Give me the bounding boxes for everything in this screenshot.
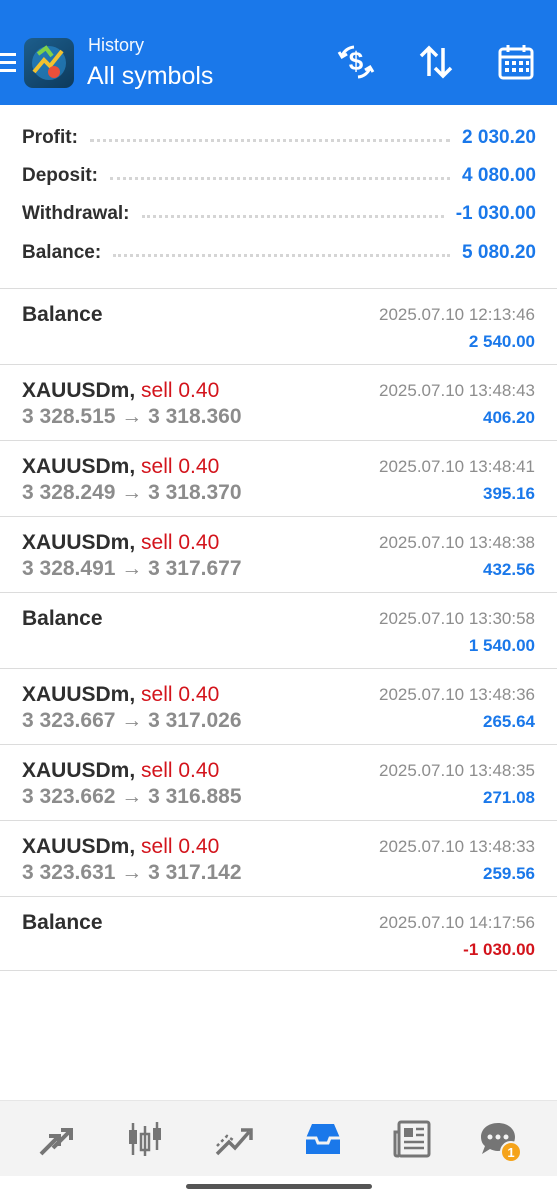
entry-prices: 3 323.662 → 3 316.885 [22,785,242,808]
entry-symbol: XAUUSDm, [22,379,136,402]
entry-title: Balance [22,607,103,630]
entry-symbol: XAUUSDm, [22,759,136,782]
svg-text:$: $ [349,46,364,76]
entry-symbol: XAUUSDm, [22,455,136,478]
deposit-value: 4 080.00 [462,165,536,186]
entry-amount: -1 030.00 [463,940,535,959]
entry-title: XAUUSDm, sell 0.40 [22,759,219,783]
app-bar: History All symbols $ [0,0,557,105]
list-item[interactable]: XAUUSDm, sell 0.40 3 323.667 → 3 317.026… [0,669,557,745]
entry-amount: 271.08 [483,788,535,807]
entry-time: 2025.07.10 13:30:58 [379,609,535,628]
entry-amount: 2 540.00 [468,332,535,351]
divider [0,970,557,971]
messages-badge: 1 [500,1141,522,1163]
header-subtitle: History [88,35,145,55]
currency-exchange-icon[interactable]: $ [334,40,378,84]
sort-icon[interactable] [414,40,458,84]
dotted-leader [89,139,451,143]
entry-title: Balance [22,303,103,326]
entry-time: 2025.07.10 13:48:38 [379,533,535,552]
menu-icon[interactable] [0,53,16,73]
entry-title: XAUUSDm, sell 0.40 [22,455,219,479]
history-icon[interactable] [299,1115,347,1163]
entry-side: sell 0.40 [141,683,220,706]
profit-value: 2 030.20 [462,127,536,148]
dotted-leader [113,254,451,258]
header-title[interactable]: All symbols [87,62,213,91]
entry-prices: 3 328.491 → 3 317.677 [22,557,242,580]
summary-profit: Profit: 2 030.20 [22,124,536,152]
entry-title: XAUUSDm, sell 0.40 [22,835,219,859]
entry-amount: 265.64 [483,712,535,731]
entry-side: sell 0.40 [141,835,220,858]
summary-balance: Balance: 5 080.20 [22,239,536,267]
entry-side: sell 0.40 [141,531,220,554]
messages-icon[interactable]: 1 [474,1115,522,1163]
list-item[interactable]: XAUUSDm, sell 0.40 3 323.631 → 3 317.142… [0,821,557,897]
entry-side: sell 0.40 [141,455,220,478]
entry-prices: 3 328.249 → 3 318.370 [22,481,242,504]
entry-side: sell 0.40 [141,379,220,402]
entry-time: 2025.07.10 14:17:56 [379,913,535,932]
entry-symbol: XAUUSDm, [22,835,136,858]
entry-amount: 432.56 [483,560,535,579]
metatrader-logo[interactable] [24,38,74,88]
entry-title: XAUUSDm, sell 0.40 [22,379,219,403]
quotes-icon[interactable] [32,1115,80,1163]
list-item[interactable]: XAUUSDm, sell 0.40 3 323.662 → 3 316.885… [0,745,557,821]
news-icon[interactable] [388,1115,436,1163]
entry-time: 2025.07.10 13:48:35 [379,761,535,780]
home-indicator[interactable] [186,1184,372,1189]
entry-symbol: XAUUSDm, [22,531,136,554]
entry-time: 2025.07.10 13:48:43 [379,381,535,400]
entry-amount: 406.20 [483,408,535,427]
entry-time: 2025.07.10 13:48:33 [379,837,535,856]
entry-prices: 3 323.631 → 3 317.142 [22,861,242,884]
entry-amount: 395.16 [483,484,535,503]
entry-amount: 259.56 [483,864,535,883]
entry-prices: 3 328.515 → 3 318.360 [22,405,242,428]
dotted-leader [110,177,451,181]
summary-withdrawal: Withdrawal: -1 030.00 [22,200,536,228]
list-item[interactable]: XAUUSDm, sell 0.40 3 328.491 → 3 317.677… [0,517,557,593]
list-item[interactable]: XAUUSDm, sell 0.40 3 328.515 → 3 318.360… [0,365,557,441]
trade-icon[interactable] [210,1115,258,1163]
dotted-leader [141,215,444,219]
entry-title: XAUUSDm, sell 0.40 [22,531,219,555]
list-item[interactable]: Balance 2025.07.10 13:30:58 1 540.00 [0,593,557,669]
profit-label: Profit: [22,127,78,148]
entry-title: Balance [22,911,103,934]
entry-side: sell 0.40 [141,759,220,782]
balance-label: Balance: [22,242,102,263]
list-item[interactable]: Balance 2025.07.10 12:13:46 2 540.00 [0,289,557,365]
withdrawal-label: Withdrawal: [22,203,130,224]
chart-icon[interactable] [121,1115,169,1163]
entry-title: XAUUSDm, sell 0.40 [22,683,219,707]
entry-symbol: XAUUSDm, [22,683,136,706]
summary-deposit: Deposit: 4 080.00 [22,162,536,190]
calendar-icon[interactable] [494,40,538,84]
list-item[interactable]: XAUUSDm, sell 0.40 3 328.249 → 3 318.370… [0,441,557,517]
entry-prices: 3 323.667 → 3 317.026 [22,709,242,732]
withdrawal-value: -1 030.00 [455,203,536,224]
entry-amount: 1 540.00 [468,636,535,655]
deposit-label: Deposit: [22,165,98,186]
balance-value: 5 080.20 [462,242,536,263]
entry-time: 2025.07.10 13:48:36 [379,685,535,704]
bottom-navigation: 1 [0,1100,557,1176]
entry-time: 2025.07.10 12:13:46 [379,305,535,324]
entry-time: 2025.07.10 13:48:41 [379,457,535,476]
list-item[interactable]: Balance 2025.07.10 14:17:56 -1 030.00 [0,897,557,973]
history-summary: Profit: 2 030.20 Deposit: 4 080.00 Withd… [0,120,557,288]
